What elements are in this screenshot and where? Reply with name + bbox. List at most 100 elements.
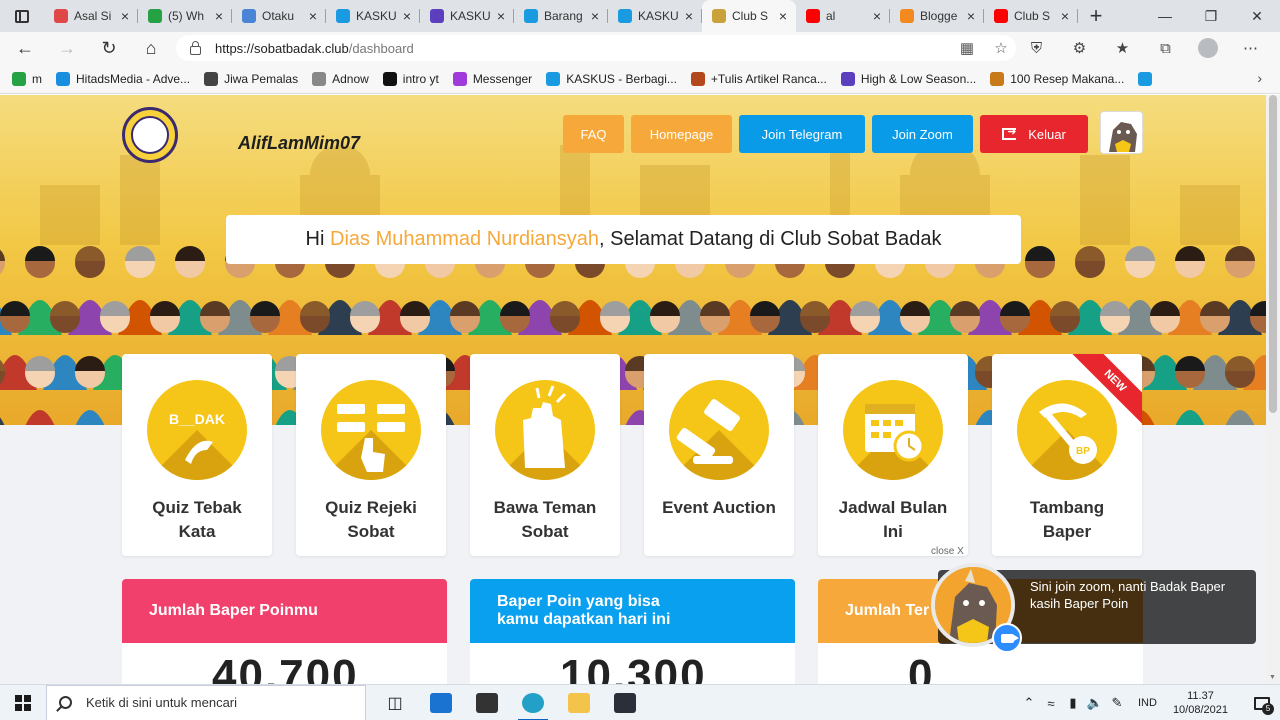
- close-tab-icon[interactable]: ×: [400, 8, 414, 24]
- profile-avatar[interactable]: [1198, 38, 1218, 58]
- browser-tab[interactable]: Club S ×: [702, 0, 796, 32]
- search-icon: [59, 696, 72, 709]
- feature-card[interactable]: Event Auction: [644, 354, 794, 556]
- close-tab-icon[interactable]: ×: [1058, 8, 1072, 24]
- bookmark-item[interactable]: +Tulis Artikel Ranca...: [690, 71, 827, 86]
- close-tab-icon[interactable]: ×: [588, 8, 602, 24]
- join-zoom-button[interactable]: Join Zoom: [872, 115, 973, 153]
- close-tab-icon[interactable]: ×: [306, 8, 320, 24]
- bookmark-item[interactable]: intro yt: [382, 71, 439, 86]
- close-tab-icon[interactable]: ×: [964, 8, 978, 24]
- bookmark-item[interactable]: Jiwa Pemalas: [204, 71, 298, 86]
- file-explorer-button[interactable]: [556, 685, 602, 720]
- taskbar-search[interactable]: Ketik di sini untuk mencari: [46, 684, 366, 720]
- tab-title: al: [826, 9, 836, 23]
- store-app-button[interactable]: [464, 685, 510, 720]
- browser-tab[interactable]: Asal Si ×: [44, 0, 138, 32]
- tab-title: Club S: [1014, 9, 1051, 23]
- browser-tab[interactable]: Club S ×: [984, 0, 1078, 32]
- app-available-icon[interactable]: ▦: [950, 39, 984, 57]
- shield-icon[interactable]: ⛨: [1015, 40, 1058, 57]
- high-five-icon: [495, 380, 595, 480]
- close-tab-icon[interactable]: ×: [776, 8, 790, 24]
- close-tab-icon[interactable]: ×: [870, 8, 884, 24]
- browser-tab[interactable]: al ×: [796, 0, 890, 32]
- browser-tab[interactable]: (5) Wh ×: [138, 0, 232, 32]
- reload-button[interactable]: ↻: [88, 32, 130, 64]
- form-icon: [430, 9, 444, 23]
- close-tab-icon[interactable]: ×: [682, 8, 696, 24]
- close-tab-icon[interactable]: ×: [494, 8, 508, 24]
- bookmark-label: KASKUS - Berbagi...: [566, 71, 677, 86]
- close-tab-icon[interactable]: ×: [118, 8, 132, 24]
- browser-tab[interactable]: Barang ×: [514, 0, 608, 32]
- minimize-button[interactable]: —: [1142, 0, 1188, 32]
- back-button[interactable]: ←: [4, 32, 46, 64]
- input-language[interactable]: IND: [1138, 697, 1157, 709]
- pen-icon[interactable]: ✎: [1106, 695, 1128, 711]
- zoom-badge-icon[interactable]: [992, 623, 1022, 653]
- favorites-icon[interactable]: ★: [1101, 39, 1144, 57]
- kaskus-icon: [336, 9, 350, 23]
- bookmark-item[interactable]: Messenger: [452, 71, 532, 86]
- chevron-up-icon[interactable]: ⌃: [1018, 695, 1040, 711]
- feature-card[interactable]: B__DAK Quiz Tebak Kata: [122, 354, 272, 556]
- user-avatar[interactable]: [1100, 111, 1143, 154]
- new-tab-button[interactable]: +: [1078, 3, 1114, 29]
- bookmark-item[interactable]: HitadsMedia - Adve...: [56, 71, 190, 86]
- extensions-icon[interactable]: ⚙: [1058, 39, 1101, 57]
- join-telegram-button[interactable]: Join Telegram: [739, 115, 865, 153]
- close-window-button[interactable]: ✕: [1234, 0, 1280, 32]
- tab-actions-button[interactable]: [0, 0, 44, 32]
- favorite-star-icon[interactable]: ☆: [984, 39, 1018, 57]
- card-label-line1: Event Auction: [662, 498, 776, 517]
- browser-tab[interactable]: KASKU ×: [608, 0, 702, 32]
- kaskus-icon: [1138, 71, 1153, 86]
- scrollbar-thumb[interactable]: [1269, 95, 1277, 413]
- forward-button[interactable]: →: [46, 32, 88, 64]
- bookmark-item[interactable]: [1138, 71, 1158, 86]
- notification-count: 5: [1262, 703, 1274, 715]
- bookmark-item[interactable]: KASKUS - Berbagi...: [546, 71, 677, 86]
- battery-icon[interactable]: ▮: [1062, 695, 1084, 711]
- wifi-icon[interactable]: ≈: [1040, 696, 1062, 711]
- screen-app-button[interactable]: [602, 685, 648, 720]
- feature-card[interactable]: Jadwal Bulan Ini: [818, 354, 968, 556]
- card-label-line2: Kata: [178, 522, 216, 541]
- start-button[interactable]: [0, 685, 46, 720]
- task-view-button[interactable]: ◫: [372, 685, 418, 720]
- homepage-button[interactable]: Homepage: [631, 115, 732, 153]
- collections-icon[interactable]: ⧉: [1144, 40, 1187, 57]
- browser-tab[interactable]: KASKU ×: [326, 0, 420, 32]
- page-scrollbar[interactable]: ▼: [1266, 95, 1280, 685]
- speaker-icon[interactable]: 🔈: [1084, 695, 1106, 711]
- feature-card[interactable]: Bawa Teman Sobat: [470, 354, 620, 556]
- browser-tab[interactable]: KASKU ×: [420, 0, 514, 32]
- maximize-button[interactable]: ❐: [1188, 0, 1234, 32]
- lock-icon: [190, 40, 201, 55]
- bookmark-item[interactable]: High & Low Season...: [840, 71, 976, 86]
- more-menu-icon[interactable]: ⋯: [1229, 39, 1272, 57]
- edge-app-button[interactable]: [510, 685, 556, 720]
- logout-button[interactable]: Keluar: [980, 115, 1088, 153]
- popup-close-button[interactable]: close X: [931, 546, 964, 557]
- faq-button[interactable]: FAQ: [563, 115, 624, 153]
- bookmark-item[interactable]: m: [12, 71, 42, 86]
- chevron-right-icon[interactable]: ›: [1257, 70, 1262, 86]
- bookmark-item[interactable]: Adnow: [312, 71, 369, 86]
- clock[interactable]: 11.37 10/08/2021: [1173, 689, 1228, 717]
- bookmark-item[interactable]: 100 Resep Makana...: [990, 71, 1124, 86]
- home-button[interactable]: ⌂: [130, 32, 172, 64]
- scroll-down-arrow[interactable]: ▼: [1269, 674, 1276, 681]
- browser-tab[interactable]: Blogge ×: [890, 0, 984, 32]
- browser-tab[interactable]: Otaku ×: [232, 0, 326, 32]
- club-logo[interactable]: [122, 107, 178, 163]
- edge-icon: [522, 692, 544, 713]
- close-tab-icon[interactable]: ×: [212, 8, 226, 24]
- notification-center-button[interactable]: 5: [1244, 685, 1280, 720]
- address-toolbar: ← → ↻ ⌂ https://sobatbadak.club/dashboar…: [0, 32, 1280, 64]
- address-bar[interactable]: https://sobatbadak.club/dashboard: [176, 35, 1016, 61]
- mail-app-button[interactable]: [418, 685, 464, 720]
- feature-card[interactable]: BP Tambang Baper NEW: [992, 354, 1142, 556]
- feature-card[interactable]: Quiz Rejeki Sobat: [296, 354, 446, 556]
